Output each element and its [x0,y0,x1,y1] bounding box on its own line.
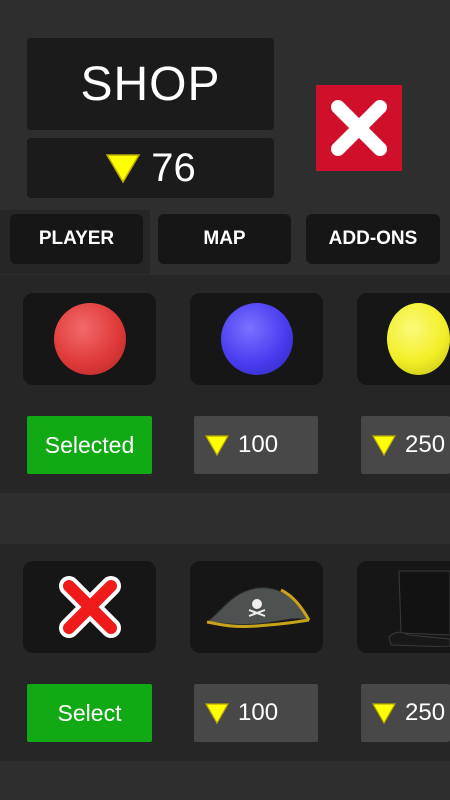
coin-balance: 76 [27,138,274,198]
selected-button[interactable]: Selected [27,416,152,474]
hat-item-pirate[interactable] [190,561,323,653]
pirate-hat-icon [204,587,310,628]
shop-title: SHOP [27,38,274,130]
color-item-blue[interactable] [190,293,323,385]
blue-price-value: 100 [238,431,279,458]
pirate-hat-price-value: 100 [238,699,279,726]
tab-map-label: MAP [203,228,246,249]
coin-icon [105,154,141,184]
color-item-red[interactable] [23,293,156,385]
blue-price-button[interactable]: 100 [194,416,318,474]
coin-icon [204,435,230,457]
tab-map[interactable]: MAP [158,214,291,264]
blue-ball [220,303,293,375]
coin-icon [204,703,230,725]
yellow-price-value: 250 [405,431,446,458]
close-icon [331,100,387,156]
coin-icon [371,703,397,725]
yellow-ball [387,303,450,375]
close-button[interactable] [316,85,402,171]
shop-title-text: SHOP [80,57,221,111]
tab-player-label: PLAYER [38,228,115,249]
select-button[interactable]: Select [27,684,152,742]
top-hat-price-value: 250 [405,699,446,726]
pirate-hat-price-button[interactable]: 100 [194,684,318,742]
coin-balance-value: 76 [151,145,196,190]
red-ball [53,303,126,375]
selected-button-label: Selected [44,431,135,458]
tab-add-ons-label: ADD-ONS [328,228,418,249]
hat-item-none[interactable] [23,561,156,653]
tab-player[interactable]: PLAYER [10,214,143,264]
color-item-yellow[interactable] [357,293,450,385]
top-hat-icon [388,570,450,647]
select-button-label: Select [57,699,122,726]
coin-icon [371,435,397,457]
top-hat-price-button[interactable]: 250 [361,684,450,742]
tab-add-ons[interactable]: ADD-ONS [306,214,440,264]
hat-item-top-hat[interactable] [357,561,450,653]
yellow-price-button[interactable]: 250 [361,416,450,474]
no-hat-icon [58,576,121,638]
